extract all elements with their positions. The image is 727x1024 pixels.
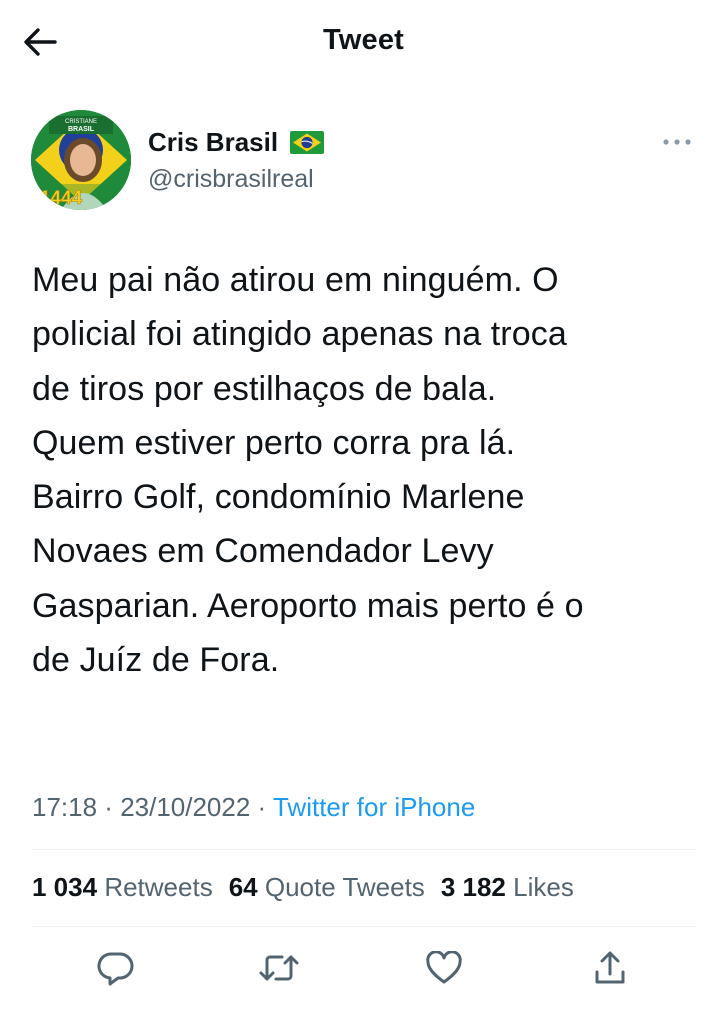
tweet-action-bar	[32, 944, 696, 994]
avatar[interactable]: CRISTIANE BRASIL 1444	[31, 110, 131, 210]
like-icon	[425, 949, 463, 990]
quotes-stat[interactable]: 64 Quote Tweets	[229, 872, 425, 903]
author-handle[interactable]: @crisbrasilreal	[148, 165, 324, 194]
tweet-time[interactable]: 17:18	[32, 792, 97, 822]
divider	[32, 926, 696, 927]
tweet-meta: 17:18 · 23/10/2022 · Twitter for iPhone	[32, 792, 475, 823]
divider	[32, 849, 696, 850]
tweet-text: Meu pai não atirou em ninguém. O policia…	[32, 261, 584, 680]
tweet-header: Tweet	[0, 0, 727, 88]
meta-separator: ·	[97, 792, 121, 822]
retweet-button[interactable]	[257, 948, 301, 992]
quotes-count: 64	[228, 872, 258, 902]
author-name-block: Cris Brasil @crisbrasilreal	[148, 125, 325, 194]
quotes-label: Quote Tweets	[264, 872, 425, 902]
share-icon	[592, 950, 628, 991]
tweet-stats: 1 034 Retweets 64 Quote Tweets 3 182 Lik…	[32, 872, 574, 903]
likes-label: Likes	[513, 872, 574, 902]
brazil-flag-icon	[290, 130, 325, 154]
retweets-label: Retweets	[104, 872, 213, 902]
more-options-button[interactable]	[657, 134, 697, 150]
display-name[interactable]: Cris Brasil	[148, 127, 278, 158]
retweet-icon	[258, 952, 300, 989]
reply-icon	[97, 950, 135, 991]
tweet-author: CRISTIANE BRASIL 1444 Cris Brasil @crisb…	[31, 110, 701, 210]
avatar-badge-line1: CRISTIANE	[65, 119, 97, 125]
tweet-date[interactable]: 23/10/2022	[120, 792, 250, 822]
meta-separator: ·	[250, 792, 273, 822]
like-button[interactable]	[422, 948, 466, 992]
display-name-row: Cris Brasil	[148, 125, 325, 159]
tweet-source-link[interactable]: Twitter for iPhone	[273, 792, 475, 822]
page-title: Tweet	[322, 24, 405, 56]
share-button[interactable]	[588, 948, 632, 992]
avatar-number: 1444	[40, 188, 83, 209]
reply-button[interactable]	[94, 948, 138, 992]
more-horizontal-icon	[662, 133, 692, 151]
retweets-count: 1 034	[32, 872, 98, 902]
avatar-badge-line2: BRASIL	[68, 126, 95, 133]
likes-count: 3 182	[440, 872, 506, 902]
likes-stat[interactable]: 3 182 Likes	[441, 872, 574, 903]
retweets-stat[interactable]: 1 034 Retweets	[32, 872, 213, 903]
